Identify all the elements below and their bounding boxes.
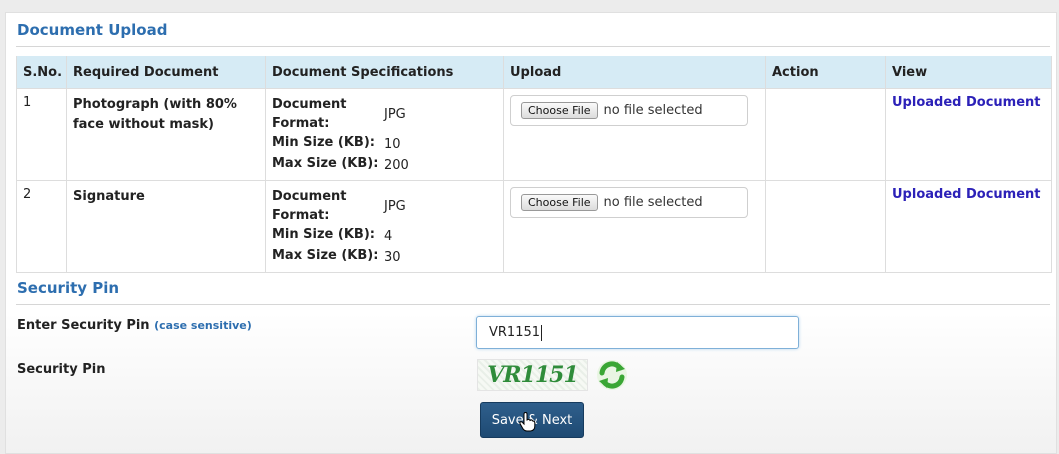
cell-upload: Choose File no file selected (503, 180, 766, 273)
spec-min-label: Min Size (KB): (272, 227, 375, 242)
table-row: 1 Photograph (with 80% face without mask… (16, 88, 1052, 181)
spec-format-label: Document Format: (272, 189, 347, 223)
cell-view: Uploaded Document (885, 88, 1052, 181)
documents-table: S.No. Required Document Document Specifi… (16, 56, 1052, 273)
cell-sno: 2 (16, 180, 67, 273)
spec-max-label: Max Size (KB): (272, 156, 379, 171)
cell-action (765, 180, 886, 273)
enter-security-pin-label: Enter Security Pin (case sensitive) (17, 318, 252, 333)
col-header-required-document: Required Document (66, 56, 266, 89)
spec-min-label: Min Size (KB): (272, 135, 375, 150)
cell-document-name: Photograph (with 80% face without mask) (66, 88, 266, 181)
text-caret (541, 324, 543, 341)
case-sensitive-hint: (case sensitive) (154, 319, 252, 332)
col-header-sno: S.No. (16, 56, 67, 89)
document-upload-panel: Document Upload S.No. Required Document … (5, 12, 1057, 454)
choose-file-button[interactable]: Choose File (521, 194, 598, 211)
spec-min-value: 10 (384, 137, 401, 152)
cell-specifications: Document Format: JPG Min Size (KB): 10 M… (265, 88, 504, 181)
refresh-icon[interactable] (596, 359, 628, 391)
security-pin-input[interactable]: VR1151 (476, 316, 799, 349)
security-pin-label: Security Pin (17, 362, 106, 377)
spec-max-label: Max Size (KB): (272, 248, 379, 263)
spec-format-value: JPG (384, 107, 406, 122)
uploaded-document-link[interactable]: Uploaded Document (892, 95, 1041, 110)
col-header-upload: Upload (503, 56, 766, 89)
col-header-view: View (885, 56, 1052, 89)
hand-cursor-icon (519, 412, 536, 432)
security-pin-value: VR1151 (489, 325, 541, 340)
section-title-document-upload: Document Upload (17, 21, 168, 39)
cell-sno: 1 (16, 88, 67, 181)
cell-specifications: Document Format: JPG Min Size (KB): 4 Ma… (265, 180, 504, 273)
file-status: no file selected (603, 103, 703, 118)
spec-format-label: Document Format: (272, 97, 347, 131)
captcha-image: VR1151 (477, 359, 588, 391)
section-title-security-pin: Security Pin (17, 279, 120, 297)
spec-max-value: 30 (384, 250, 401, 265)
spec-min-value: 4 (384, 229, 393, 244)
file-status: no file selected (603, 195, 703, 210)
col-header-specifications: Document Specifications (265, 56, 504, 89)
cell-action (765, 88, 886, 181)
file-input[interactable]: Choose File no file selected (510, 95, 748, 126)
cell-view: Uploaded Document (885, 180, 1052, 273)
table-header-row: S.No. Required Document Document Specifi… (16, 56, 1052, 89)
spec-max-value: 200 (384, 158, 409, 173)
cell-document-name: Signature (66, 180, 266, 273)
choose-file-button[interactable]: Choose File (521, 102, 598, 119)
file-input[interactable]: Choose File no file selected (510, 187, 748, 218)
uploaded-document-link[interactable]: Uploaded Document (892, 187, 1041, 202)
divider (16, 46, 1050, 47)
enter-security-pin-text: Enter Security Pin (17, 318, 150, 333)
cell-upload: Choose File no file selected (503, 88, 766, 181)
table-row: 2 Signature Document Format: JPG Min Siz… (16, 180, 1052, 273)
spec-format-value: JPG (384, 199, 406, 214)
col-header-action: Action (765, 56, 886, 89)
divider (16, 304, 1050, 305)
